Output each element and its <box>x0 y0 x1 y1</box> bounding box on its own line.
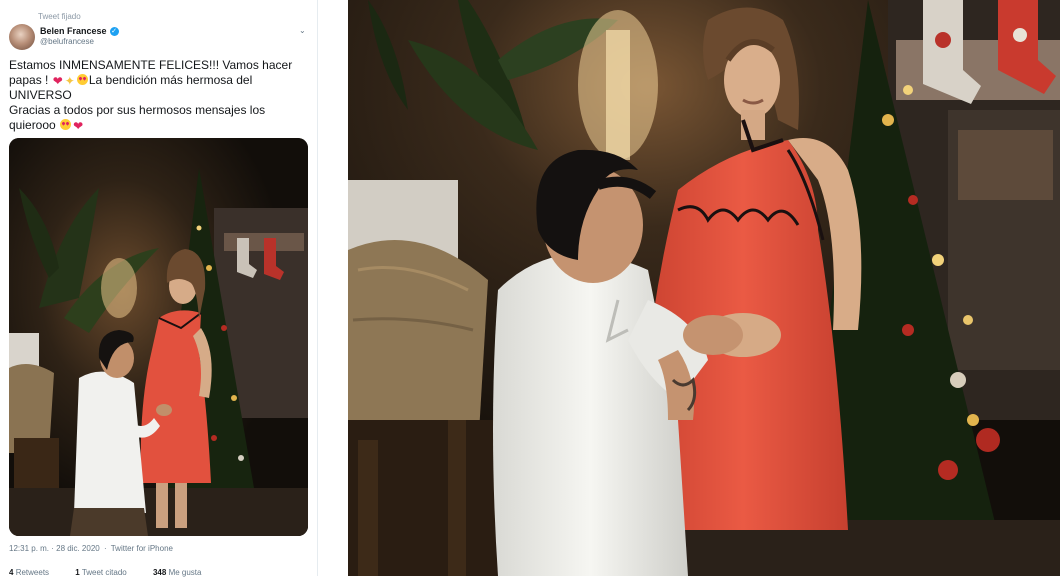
tweet-text: Estamos INMENSAMENTE FELICES!!! Vamos ha… <box>9 58 309 133</box>
couple-photo-illustration <box>348 0 1060 576</box>
tweet-text-line: Estamos INMENSAMENTE FELICES!!! Vamos ha… <box>9 58 293 72</box>
tweet-meta: 12:31 p. m. · 28 dic. 2020 · Twitter for… <box>9 544 173 553</box>
couple-photo-large <box>348 0 1060 576</box>
tweet-source[interactable]: Twitter for iPhone <box>111 544 173 553</box>
tweet-timestamp[interactable]: 12:31 p. m. · 28 dic. 2020 <box>9 544 100 553</box>
tweet-text-line: La bendición más hermosa del <box>88 73 253 87</box>
sparkles-icon: ✦ <box>64 74 75 88</box>
pinned-label: Tweet fijado <box>38 12 81 21</box>
tweet-photo[interactable] <box>9 138 308 536</box>
chevron-down-icon[interactable]: ⌄ <box>299 26 306 35</box>
tweet-text-line: quierooo <box>9 118 56 132</box>
tweet-text-line: papas ! <box>9 73 49 87</box>
author-name[interactable]: Belen Francese <box>40 26 107 36</box>
couple-photo-thumbnail <box>9 138 308 536</box>
author-handle[interactable]: @belufrancese <box>40 37 94 46</box>
verified-badge-icon: ✓ <box>109 26 119 36</box>
tweet-text-line: Gracias a todos por sus hermosos mensaje… <box>9 103 266 117</box>
avatar[interactable] <box>9 24 35 50</box>
tweet-card: Tweet fijado Belen Francese ✓ @belufranc… <box>0 0 318 577</box>
red-heart-icon: ❤ <box>52 74 63 88</box>
author-row: Belen Francese ✓ <box>40 26 119 36</box>
tweet-text-line: UNIVERSO <box>9 88 72 102</box>
heart-eyes-icon <box>60 119 72 130</box>
red-heart-icon: ❤ <box>73 119 84 133</box>
heart-eyes-icon <box>76 74 88 85</box>
